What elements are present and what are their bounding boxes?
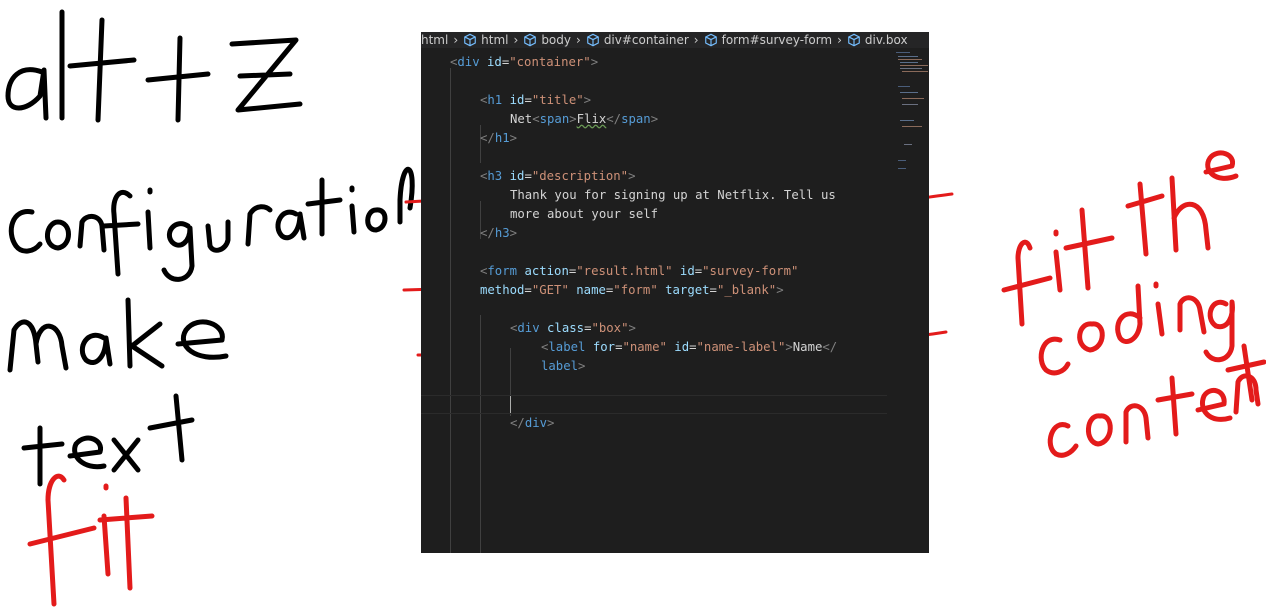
current-line-highlight <box>421 395 887 414</box>
code-editor[interactable]: html › html › body › div#container › for… <box>421 32 929 553</box>
breadcrumb: html › html › body › div#container › for… <box>421 32 929 48</box>
breadcrumb-item-body[interactable]: body <box>523 32 571 48</box>
note-fit-the-coding-content <box>1001 150 1266 458</box>
element-cube-icon <box>524 33 537 47</box>
note-fit-red <box>27 473 155 607</box>
element-cube-icon <box>464 33 476 47</box>
chevron-right-icon: › <box>576 33 581 47</box>
breadcrumb-item-div-box[interactable]: div.box <box>847 32 908 48</box>
breadcrumb-item-form[interactable]: form#survey-form <box>704 32 832 48</box>
code-line: <label for="name" id="name-label">Name</ <box>541 340 838 354</box>
code-line: <h3 id="description"> <box>480 169 636 183</box>
minimap[interactable] <box>894 48 929 188</box>
code-line: <h1 id="title"> <box>480 93 592 107</box>
code-line: more about your self <box>510 207 659 221</box>
chevron-right-icon: › <box>513 33 519 47</box>
code-line: method="GET" name="form" target="_blank"… <box>480 283 784 297</box>
chevron-right-icon: › <box>453 33 459 47</box>
indent-guide <box>480 315 481 553</box>
chevron-right-icon: › <box>837 33 842 47</box>
breadcrumb-item-html[interactable]: html <box>463 32 509 48</box>
breadcrumb-item-file[interactable]: html <box>421 32 448 48</box>
code-line: label> <box>541 359 586 373</box>
element-cube-icon <box>586 33 599 47</box>
note-make <box>7 297 229 373</box>
code-line: Net<span>Flix</span> <box>510 112 659 126</box>
code-line: Thank you for signing up at Netflix. Tel… <box>510 188 836 202</box>
breadcrumb-item-div-container[interactable]: div#container <box>586 32 689 48</box>
code-line: </h1> <box>480 131 518 145</box>
indent-guide <box>450 68 451 553</box>
element-cube-icon <box>848 33 860 47</box>
chevron-right-icon: › <box>693 33 699 47</box>
code-line: <form action="result.html" id="survey-fo… <box>480 264 799 278</box>
note-alt-z <box>5 9 303 123</box>
code-line: <div class="box"> <box>510 321 636 335</box>
text-cursor <box>510 396 511 413</box>
code-line: <div id="container"> <box>450 55 599 69</box>
code-line: </div> <box>510 416 555 430</box>
note-configuration <box>8 166 415 282</box>
note-text <box>21 393 195 487</box>
code-line: </h3> <box>480 226 518 240</box>
element-cube-icon <box>704 33 717 47</box>
